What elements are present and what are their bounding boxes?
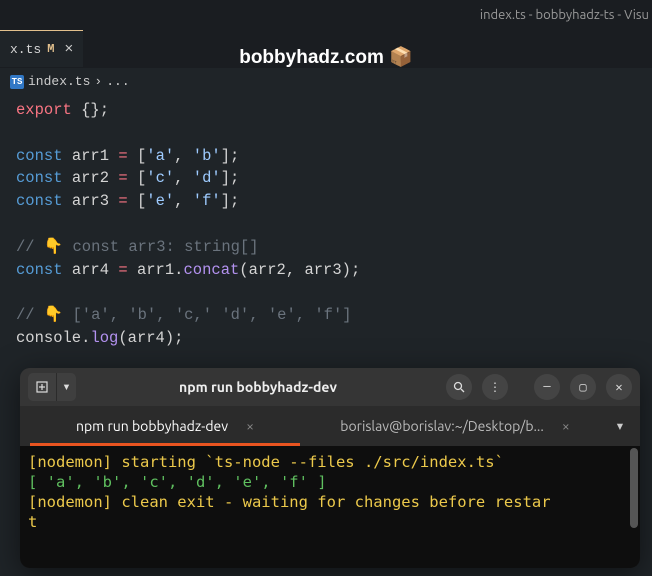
terminal-header: ▾ npm run bobbyhadz-dev ⋮ ─ ▢ ✕ — [20, 368, 640, 406]
breadcrumb-more: ... — [106, 74, 129, 89]
terminal-tabs: npm run bobbyhadz-dev × borislav@borisla… — [20, 406, 640, 446]
maximize-button[interactable]: ▢ — [570, 374, 596, 400]
terminal-line: [nodemon] clean exit - waiting for chang… — [28, 492, 632, 512]
ts-file-icon: TS — [10, 75, 24, 89]
brand-overlay: bobbyhadz.com 📦 — [239, 45, 413, 69]
editor-tab[interactable]: x.ts M × — [0, 30, 83, 67]
new-tab-dropdown[interactable]: ▾ — [56, 373, 76, 401]
code-editor[interactable]: export {}; const arr1 = ['a', 'b']; cons… — [0, 95, 652, 354]
terminal-title: npm run bobbyhadz-dev — [80, 379, 436, 395]
close-button[interactable]: ✕ — [606, 374, 632, 400]
terminal-tab-label: borislav@borislav:~/Desktop/b... — [340, 418, 544, 434]
terminal-line: [ 'a', 'b', 'c', 'd', 'e', 'f' ] — [28, 472, 632, 492]
close-icon[interactable]: × — [562, 418, 570, 434]
menu-button[interactable]: ⋮ — [482, 374, 508, 400]
terminal-tab-label: npm run bobbyhadz-dev — [76, 418, 228, 434]
modified-badge: M — [47, 42, 54, 56]
terminal-line: t — [28, 512, 632, 532]
terminal-line: [nodemon] starting `ts-node --files ./sr… — [28, 452, 632, 472]
tab-dropdown[interactable]: ▾ — [600, 416, 640, 436]
terminal-tab-1[interactable]: npm run bobbyhadz-dev × — [20, 406, 310, 446]
scrollbar[interactable] — [630, 448, 638, 528]
terminal-tab-2[interactable]: borislav@borislav:~/Desktop/b... × — [310, 406, 600, 446]
close-icon[interactable]: × — [64, 41, 73, 58]
title-bar: index.ts - bobbyhadz-ts - Visu — [0, 0, 652, 30]
terminal-output[interactable]: [nodemon] starting `ts-node --files ./sr… — [20, 446, 640, 568]
window-title: index.ts - bobbyhadz-ts - Visu — [480, 8, 649, 22]
minimize-button[interactable]: ─ — [534, 374, 560, 400]
breadcrumb-file: index.ts — [28, 74, 90, 89]
breadcrumb[interactable]: TS index.ts › ... — [0, 68, 652, 95]
tab-filename: x.ts — [10, 42, 41, 57]
new-tab-button[interactable] — [28, 373, 56, 401]
close-icon[interactable]: × — [246, 418, 254, 434]
terminal-window: ▾ npm run bobbyhadz-dev ⋮ ─ ▢ ✕ npm run … — [20, 368, 640, 568]
search-button[interactable] — [446, 374, 472, 400]
breadcrumb-sep: › — [94, 74, 102, 89]
